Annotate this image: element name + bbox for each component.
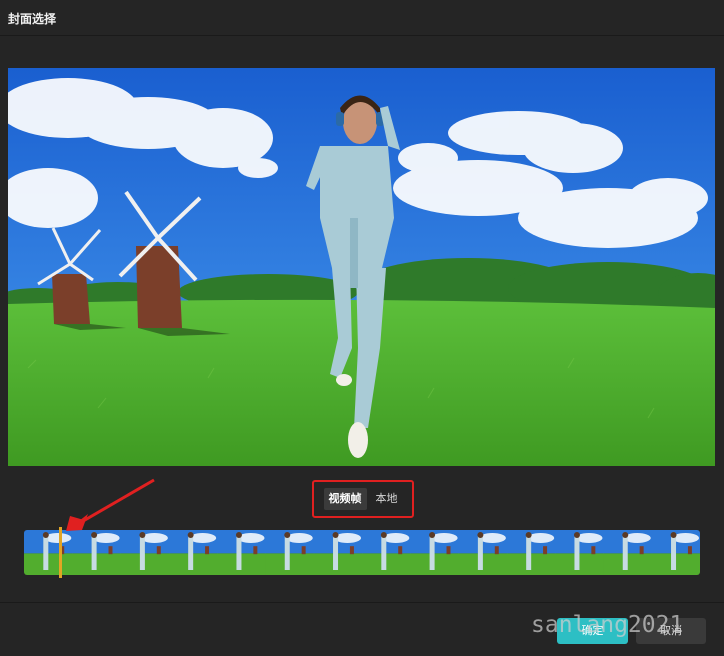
filmstrip-frame[interactable]: [555, 530, 604, 575]
filmstrip-frame[interactable]: [168, 530, 218, 575]
dialog-title-bar: 封面选择: [0, 0, 724, 36]
filmstrip-frame[interactable]: [24, 530, 73, 575]
tab-video-frame[interactable]: 视频帧: [323, 488, 367, 510]
filmstrip-frame[interactable]: [72, 530, 122, 575]
dialog-title: 封面选择: [8, 12, 57, 26]
footer-divider: [0, 602, 724, 603]
filmstrip-frame[interactable]: [651, 530, 700, 575]
filmstrip-frame[interactable]: [506, 530, 556, 575]
filmstrip-frame[interactable]: [603, 530, 653, 575]
video-frame-filmstrip[interactable]: [24, 530, 700, 575]
cancel-button[interactable]: 取消: [636, 618, 706, 644]
tab-local[interactable]: 本地: [371, 488, 403, 510]
filmstrip-frame[interactable]: [458, 530, 508, 575]
cover-preview-image: [8, 68, 715, 466]
confirm-button[interactable]: 确定: [557, 618, 628, 644]
annotation-arrow-icon: [66, 478, 155, 531]
cover-source-tabs: 视频帧 本地: [312, 480, 414, 518]
filmstrip-frame[interactable]: [362, 530, 411, 575]
filmstrip-frame[interactable]: [410, 530, 460, 575]
filmstrip-frame[interactable]: [265, 530, 315, 575]
filmstrip-frame[interactable]: [313, 530, 363, 575]
filmstrip-frame[interactable]: [120, 530, 170, 575]
filmstrip-frame[interactable]: [217, 530, 266, 575]
